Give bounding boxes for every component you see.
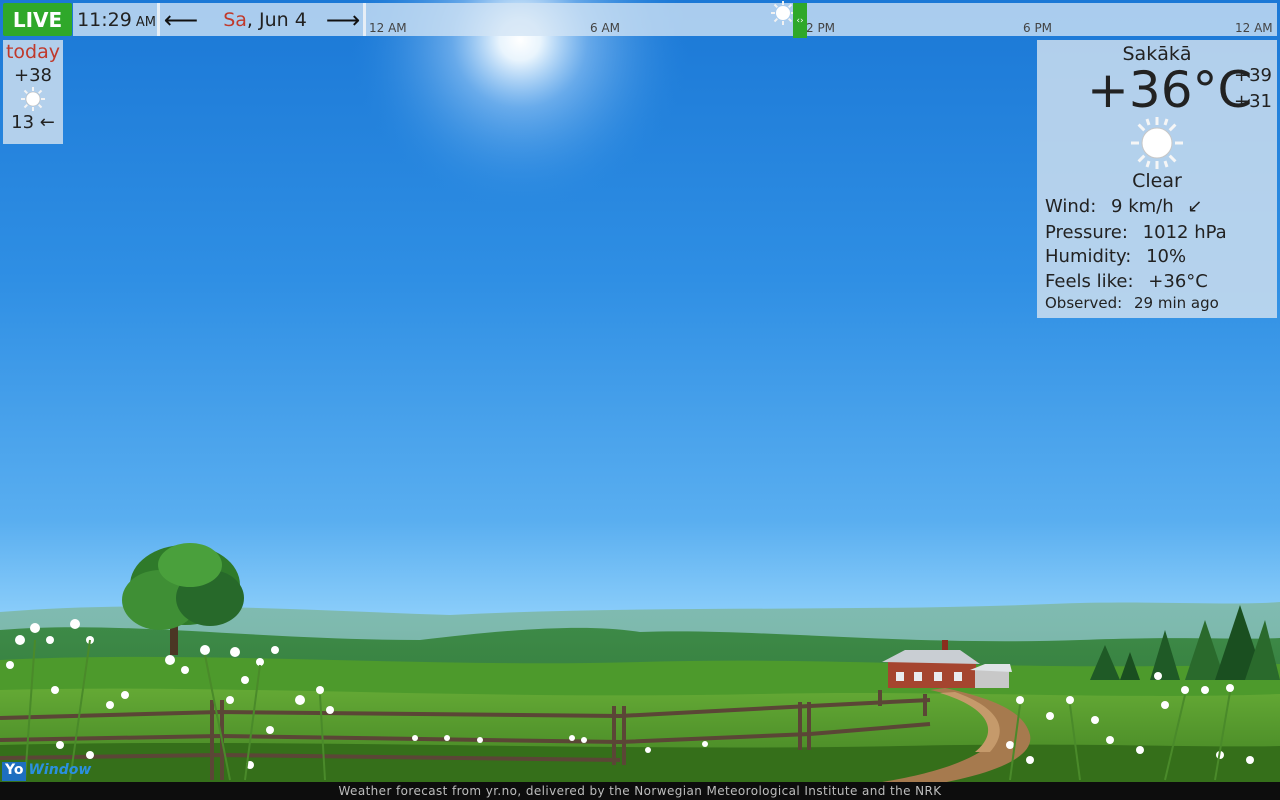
current-time: 11:29 AM [76,3,157,36]
daily-forecast-today[interactable]: today +38 13 ← [3,40,63,144]
pressure-label: Pressure: [1045,222,1128,243]
day-label: today [5,41,61,63]
live-button[interactable]: LIVE [3,3,72,36]
top-toolbar: LIVE 11:29 AM ⟵ Sa , Jun 4 ⟶ 12 AM 6 AM … [0,0,1280,38]
observed-label: Observed: [1045,294,1123,312]
condition-text: Clear [1132,170,1182,192]
feels-like-row: Feels like: +36°C [1045,271,1208,292]
timeline-tick: 6 PM [1023,21,1053,35]
next-day-arrow-icon[interactable]: ⟶ [323,3,363,36]
daily-high-temp: +38 [14,65,52,86]
timeline-tick: 12 AM [369,21,407,35]
timeline-tick: 12 AM [1235,21,1273,35]
feels-like-label: Feels like: [1045,271,1134,292]
logo-part-b: Window [28,762,92,778]
date-display: Sa , Jun 4 [205,3,325,36]
pressure-row: Pressure: 1012 hPa [1045,222,1227,243]
time-value: 11:29 [77,8,132,31]
separator [157,3,160,36]
humidity-label: Humidity: [1045,246,1132,267]
wind-label: Wind: [1045,196,1097,217]
pressure-value: 1012 hPa [1142,222,1227,243]
date-rest: , Jun 4 [246,8,307,31]
time-ampm: AM [135,14,156,30]
current-temperature: +36°C [1087,61,1253,119]
observed-row: Observed: 29 min ago [1045,294,1219,312]
timeline-slider[interactable]: 12 AM 6 AM 2 PM 6 PM 12 AM [366,3,1277,36]
logo-part-a: Yo [2,762,27,781]
timeline-tick: 2 PM [806,21,836,35]
observed-value: 29 min ago [1134,294,1219,312]
wind-value: 9 km/h [1111,196,1174,217]
min-temperature: +31 [1234,91,1272,112]
wind-direction-icon: ↙ [1187,196,1203,217]
sun-icon [21,87,45,111]
timeline-handle[interactable]: ‹› [793,3,807,38]
date-day: Sa [223,8,247,31]
wind-row: Wind: 9 km/h ↙ [1045,196,1202,217]
sun-icon [1131,117,1183,169]
prev-day-arrow-icon[interactable]: ⟵ [161,3,201,36]
timeline-tick: 6 AM [590,21,621,35]
current-weather-panel: Sakākā +36°C +39 +31 Clear Wind: 9 km/h … [1037,40,1277,318]
max-temperature: +39 [1234,65,1272,86]
daily-wind: 13 ← [11,112,55,133]
yowindow-logo[interactable]: Yo Window [2,762,93,781]
green-fields [0,656,1280,800]
feels-like-value: +36°C [1148,271,1208,292]
footer-credit[interactable]: Weather forecast from yr.no, delivered b… [0,782,1280,800]
humidity-value: 10% [1146,246,1187,267]
humidity-row: Humidity: 10% [1045,246,1186,267]
